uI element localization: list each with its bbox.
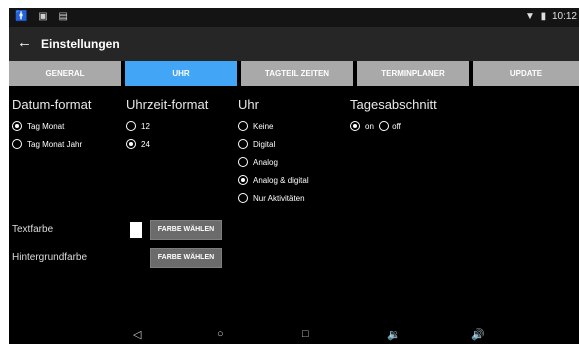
back-triangle-icon[interactable]: ◁: [133, 328, 141, 341]
hintergrundfarbe-label: Hintergrundfarbe: [12, 252, 88, 263]
battery-icon: ▮: [540, 11, 547, 22]
tab-terminplaner[interactable]: TERMINPLANER: [357, 61, 469, 86]
volume-down-icon[interactable]: 🔉: [387, 328, 401, 341]
uhrzeit-format-title: Uhrzeit-format: [126, 97, 209, 112]
back-arrow-icon[interactable]: ←: [17, 34, 32, 51]
lock-icon: ▣: [38, 11, 52, 22]
hintergrundfarbe-waehlen-button[interactable]: FARBE WÄHLEN: [150, 248, 222, 268]
tagesabschnitt-options: on off: [350, 118, 437, 136]
radio-tag-monat[interactable]: Tag Monat: [12, 118, 91, 136]
image-icon: ▤: [58, 11, 72, 22]
radio-checked-icon: [350, 120, 360, 131]
uhr-group: Uhr Keine Digital Analog Analog & digita…: [238, 97, 309, 208]
tab-update[interactable]: UPDATE: [473, 61, 579, 86]
datum-format-title: Datum-format: [12, 97, 92, 112]
textfarbe-label: Textfarbe: [12, 224, 54, 235]
status-icons-left: 🚹 ▣ ▤: [15, 11, 72, 22]
radio-unchecked-icon: [238, 156, 248, 167]
status-time: 10:12: [551, 11, 577, 22]
uhrzeit-format-group: Uhrzeit-format 12 24: [126, 97, 208, 154]
tab-general[interactable]: GENERAL: [9, 61, 121, 86]
text-color-swatch: [130, 222, 142, 238]
radio-checked-icon: [238, 174, 248, 185]
radio-checked-icon: [126, 138, 136, 149]
tagesabschnitt-group: Tagesabschnitt on off: [350, 97, 437, 136]
app-bar: ← Einstellungen: [9, 27, 579, 61]
radio-tag-monat-jahr[interactable]: Tag Monat Jahr: [12, 136, 91, 154]
uhr-title: Uhr: [238, 97, 259, 112]
radio-unchecked-icon: [238, 120, 248, 131]
radio-analog-digital[interactable]: Analog & digital: [238, 172, 309, 190]
tablet-screen: 🚹 ▣ ▤ ▼ ▮ 10:12 ← Einstellungen GENERAL …: [9, 8, 579, 344]
page-title: Einstellungen: [41, 37, 120, 51]
radio-unchecked-icon: [238, 138, 248, 149]
radio-off[interactable]: off: [379, 118, 401, 136]
radio-unchecked-icon: [238, 192, 248, 203]
status-icons-right: ▼ ▮ 10:12: [522, 11, 577, 22]
volume-up-icon[interactable]: 🔊: [471, 328, 485, 341]
status-bar: 🚹 ▣ ▤ ▼ ▮ 10:12: [9, 8, 579, 27]
navigation-bar: ◁ ○ □ 🔉 🔊: [9, 326, 579, 344]
person-icon: 🚹: [15, 11, 32, 22]
radio-24[interactable]: 24: [126, 136, 208, 154]
textfarbe-waehlen-button[interactable]: FARBE WÄHLEN: [150, 220, 222, 240]
tab-bar: GENERAL UHR TAGTEIL ZEITEN TERMINPLANER …: [9, 61, 579, 86]
radio-analog[interactable]: Analog: [238, 154, 309, 172]
wifi-icon: ▼: [524, 11, 535, 22]
radio-keine[interactable]: Keine: [238, 118, 309, 136]
radio-12[interactable]: 12: [126, 118, 208, 136]
recents-square-icon[interactable]: □: [302, 328, 309, 340]
tagesabschnitt-title: Tagesabschnitt: [350, 97, 437, 112]
tab-uhr[interactable]: UHR: [125, 61, 237, 86]
radio-nur-aktivitaeten[interactable]: Nur Aktivitäten: [238, 190, 309, 208]
home-circle-icon[interactable]: ○: [217, 328, 224, 340]
tab-tagteil-zeiten[interactable]: TAGTEIL ZEITEN: [241, 61, 353, 86]
radio-digital[interactable]: Digital: [238, 136, 309, 154]
radio-unchecked-icon: [12, 138, 22, 149]
radio-unchecked-icon: [126, 120, 136, 131]
datum-format-group: Datum-format Tag Monat Tag Monat Jahr: [12, 97, 91, 154]
radio-checked-icon: [12, 120, 22, 131]
radio-unchecked-icon: [379, 120, 390, 131]
radio-on[interactable]: on: [350, 118, 374, 136]
